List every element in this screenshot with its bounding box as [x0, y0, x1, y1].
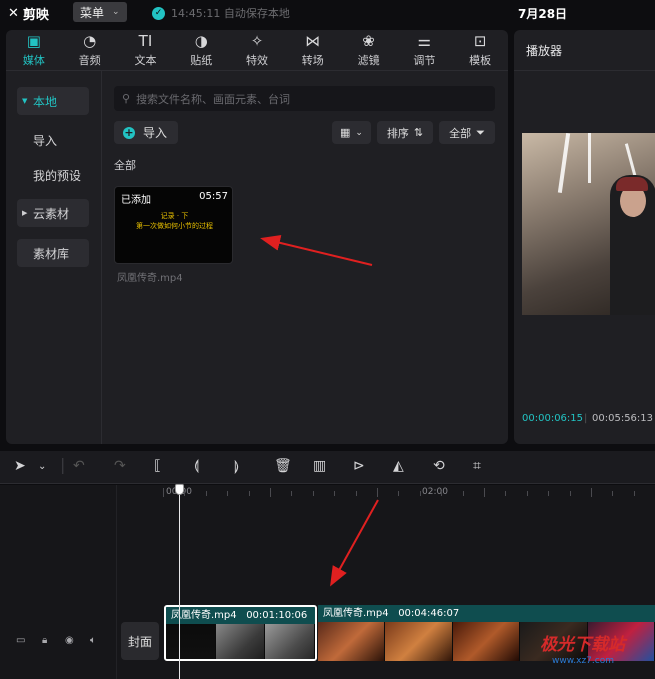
- annotation-arrow: [330, 499, 379, 587]
- watermark-url: www.xz7.com: [552, 656, 614, 666]
- watermark-logo: 极光下载站: [540, 635, 625, 655]
- annotation-arrows: [260, 234, 379, 587]
- annotation-arrow: [260, 234, 373, 266]
